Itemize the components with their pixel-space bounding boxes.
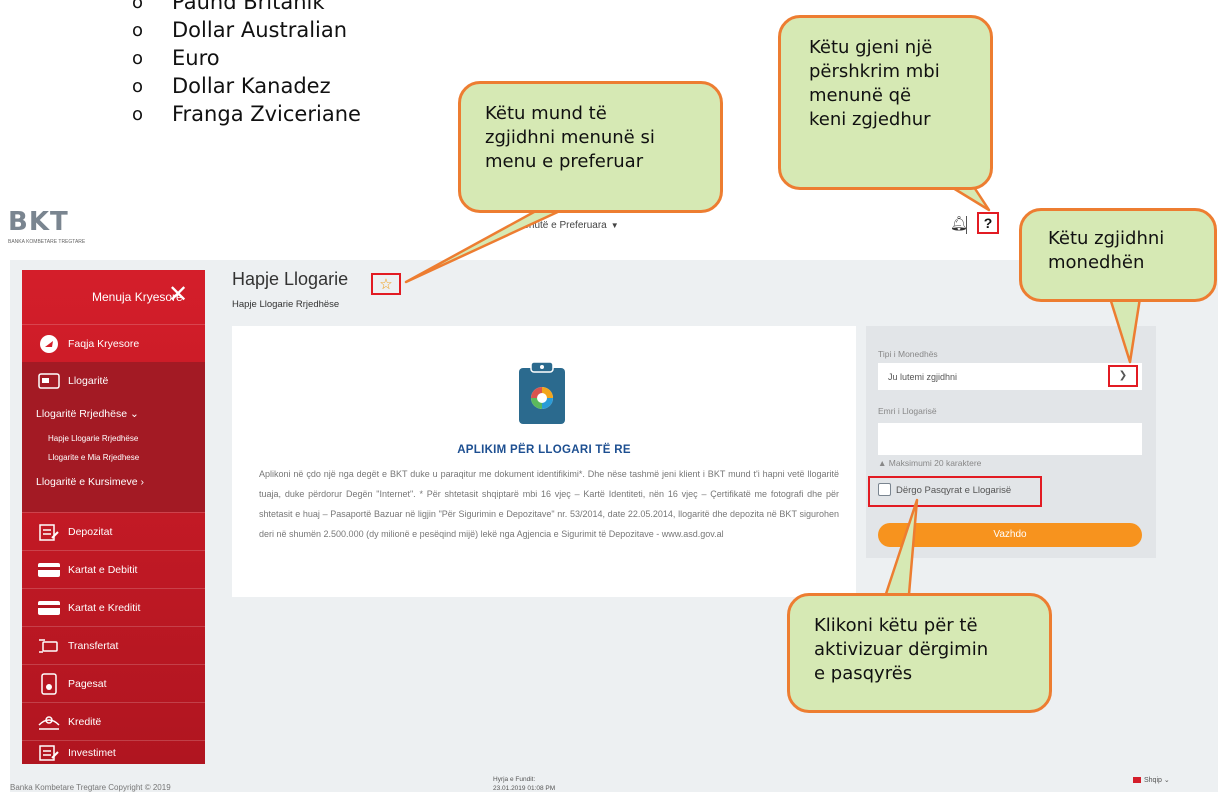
clipboard-icon	[519, 361, 565, 424]
sidebar-item-label: Transfertat	[68, 639, 119, 652]
list-item: Paund Britanik	[130, 0, 361, 17]
callout-statement: Klikoni këtu për të aktivizuar dërgimin …	[787, 593, 1052, 713]
sidebar-item-open-current-account[interactable]: Hapje Llogarie Rrjedhëse	[48, 434, 138, 443]
language-selector[interactable]: Shqip ⌄	[1133, 776, 1170, 784]
loan-icon	[36, 712, 62, 732]
bkt-logo[interactable]: BKT BANKA KOMBETARE TREGTARE	[8, 207, 88, 247]
albania-flag-icon	[1133, 777, 1141, 784]
sidebar-item-label: Kreditë	[68, 715, 102, 728]
help-button[interactable]: ?	[977, 212, 999, 234]
sidebar-item-investments[interactable]: Investimet	[22, 740, 205, 764]
currency-select-value: Ju lutemi zgjidhni	[888, 372, 958, 382]
card-description: Aplikoni në çdo një nga degët e BKT duke…	[259, 469, 839, 539]
sidebar-item-credit-cards[interactable]: Kartat e Kreditit	[22, 588, 205, 626]
sidebar-item-debit-cards[interactable]: Kartat e Debitit	[22, 550, 205, 588]
sidebar-item-loans[interactable]: Kreditë	[22, 702, 205, 740]
sidebar-item-home[interactable]: Faqja Kryesore	[22, 324, 205, 362]
page-subtitle: Hapje Llogarie Rrjedhëse	[232, 299, 340, 310]
last-login-label: Hyrja e Fundit:	[493, 776, 536, 783]
sidebar-header: Menuja Kryesore ✕	[22, 270, 205, 324]
favorites-menu-label: Menutë e Preferuara	[515, 220, 607, 231]
callout-text: Këtu gjeni një përshkrim mbi menunë që k…	[809, 37, 940, 130]
sidebar-item-transfers[interactable]: Transfertat	[22, 626, 205, 664]
callout-favorite: Këtu mund të zgjidhni menunë si menu e p…	[458, 81, 723, 213]
sidebar-item-label: Llogaritë	[68, 375, 109, 387]
chevron-down-icon: ⌄	[1163, 777, 1170, 784]
info-card: APLIKIM PËR LLOGARI TË RE Aplikoni në çd…	[232, 326, 856, 597]
last-login: Hyrja e Fundit: 23.01.2019 01:08 PM	[493, 775, 555, 792]
sidebar-item-label: Kartat e Debitit	[68, 563, 138, 576]
deposit-icon	[36, 522, 62, 542]
sidebar-item-savings-accounts[interactable]: Llogaritë e Kursimeve ›	[36, 476, 144, 488]
credit-card-icon	[36, 598, 62, 618]
sidebar-item-accounts[interactable]: Llogaritë	[22, 362, 205, 400]
send-statement-label: Dërgo Pasqyrat e Llogarisë	[896, 485, 1012, 496]
home-icon	[36, 334, 62, 354]
sidebar-item-label: Llogaritë e Kursimeve	[36, 476, 138, 488]
list-item: Franga Zviceriane	[130, 100, 361, 129]
logo-text: BKT	[8, 207, 69, 237]
logo-subtitle: BANKA KOMBETARE TREGTARE	[8, 239, 86, 245]
currency-select[interactable]: Ju lutemi zgjidhni	[878, 363, 1142, 390]
sidebar: Menuja Kryesore ✕ Faqja Kryesore Llogari…	[22, 270, 205, 764]
sidebar-item-my-current-accounts[interactable]: Llogarite e Mia Rrjedhese	[48, 453, 139, 462]
list-item: Dollar Kanadez	[130, 72, 361, 101]
list-item: Euro	[130, 44, 361, 73]
sidebar-item-payments[interactable]: Pagesat	[22, 664, 205, 702]
warning-icon: ▲	[878, 458, 887, 468]
last-login-value: 23.01.2019 01:08 PM	[493, 785, 556, 792]
send-statement-checkbox[interactable]	[878, 483, 891, 496]
divider	[966, 216, 967, 234]
sidebar-item-label: Investimet	[68, 746, 116, 759]
sidebar-item-deposits[interactable]: Depozitat	[22, 512, 205, 550]
language-label: Shqip	[1144, 777, 1162, 784]
favorite-star-icon[interactable]: ☆	[371, 273, 401, 295]
callout-currency: Këtu zgjidhni monedhën	[1019, 208, 1217, 302]
callout-help: Këtu gjeni një përshkrim mbi menunë që k…	[778, 15, 993, 190]
currency-bullet-list: Paund Britanik Dollar Australian Euro Do…	[130, 0, 361, 129]
card-heading: APLIKIM PËR LLOGARI TË RE	[457, 444, 631, 456]
transfer-icon	[36, 636, 62, 656]
sidebar-item-current-accounts[interactable]: Llogaritë Rrjedhëse ⌄	[36, 408, 139, 420]
investment-icon	[36, 743, 62, 763]
footer-copyright: Banka Kombetare Tregtare Copyright © 201…	[10, 783, 171, 792]
accounts-icon	[36, 371, 62, 391]
max-length-hint: ▲ Maksimumi 20 karaktere	[878, 458, 981, 468]
favorites-menu[interactable]: Menutë e Preferuara ▼	[515, 220, 619, 231]
currency-label: Tipi i Monedhës	[878, 349, 938, 359]
sidebar-item-label: Llogaritë Rrjedhëse	[36, 408, 128, 420]
sidebar-item-label: Kartat e Kreditit	[68, 601, 141, 614]
account-form-panel: Tipi i Monedhës Ju lutemi zgjidhni ❯ Emr…	[866, 326, 1156, 558]
callout-text: Këtu zgjidhni monedhën	[1048, 228, 1165, 273]
account-name-label: Emri i Llogarisë	[878, 406, 937, 416]
payment-icon	[36, 672, 62, 695]
callout-text: Këtu mund të zgjidhni menunë si menu e p…	[485, 103, 655, 172]
callout-text: Klikoni këtu për të aktivizuar dërgimin …	[814, 615, 989, 684]
continue-button[interactable]: Vazhdo	[878, 523, 1142, 547]
page-title: Hapje Llogarie	[232, 269, 349, 289]
hint-text: Maksimumi 20 karaktere	[888, 458, 982, 468]
chevron-down-icon: ⌄	[129, 408, 139, 420]
account-name-input[interactable]	[878, 423, 1142, 455]
chevron-right-icon: ›	[140, 476, 144, 488]
debit-card-icon	[36, 560, 62, 580]
sidebar-item-label: Depozitat	[68, 525, 113, 538]
sidebar-item-label: Faqja Kryesore	[68, 337, 140, 350]
close-icon[interactable]: ✕	[168, 280, 188, 308]
sidebar-item-label: Pagesat	[68, 677, 107, 690]
list-item: Dollar Australian	[130, 16, 361, 45]
caret-down-icon: ▼	[610, 221, 619, 230]
chevron-down-icon[interactable]: ❯	[1108, 365, 1138, 387]
